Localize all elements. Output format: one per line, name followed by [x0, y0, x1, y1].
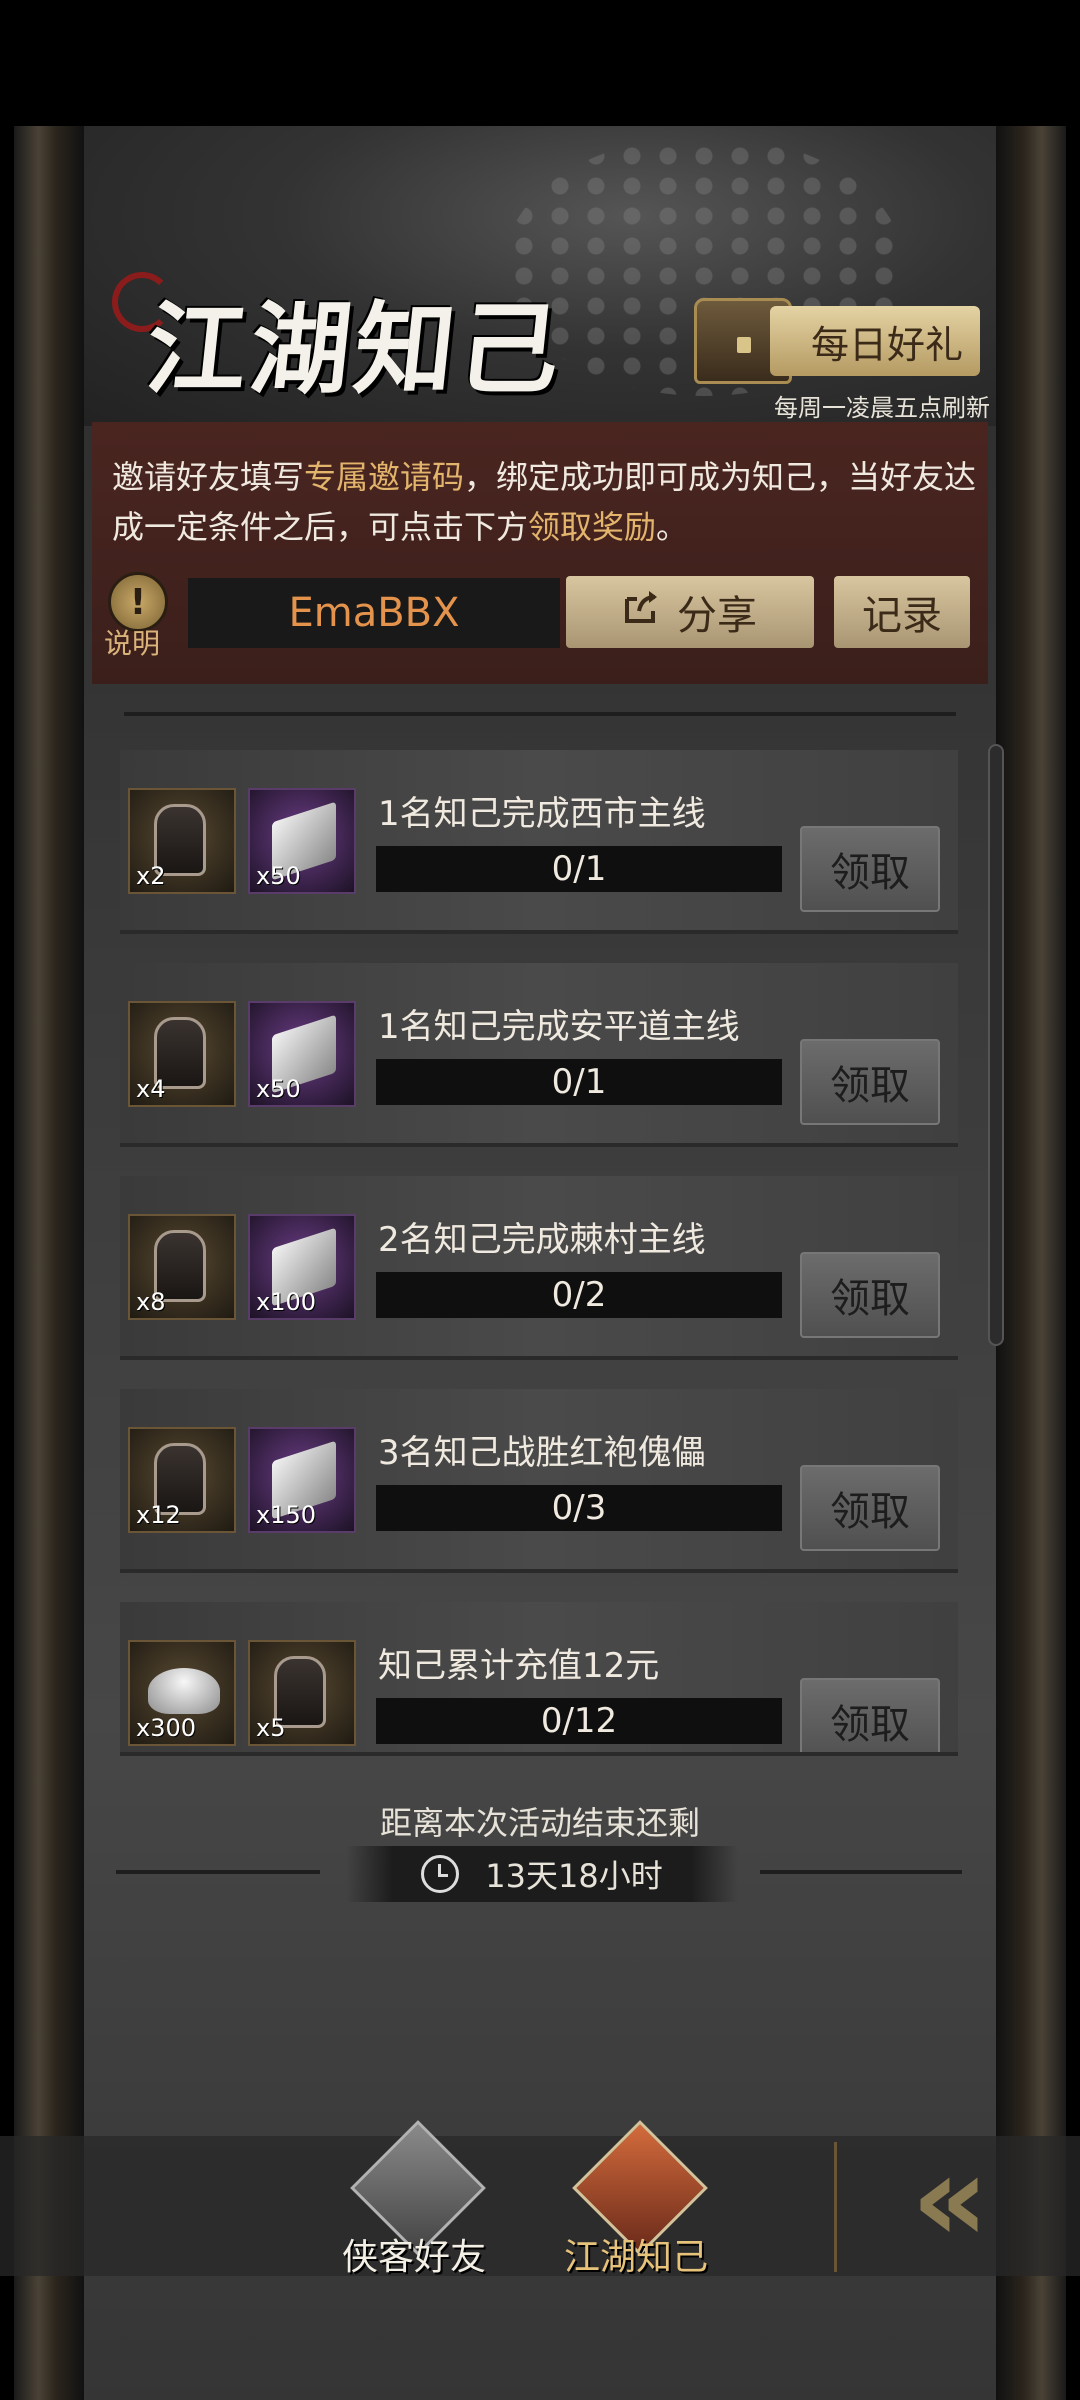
share-icon: [623, 589, 663, 635]
task-title: 3名知己战胜红袍傀儡: [378, 1433, 706, 1473]
daily-refresh-note: 每周一凌晨五点刷新: [774, 394, 990, 422]
reward-quantity: x300: [136, 1714, 197, 1742]
reward-quantity: x2: [136, 862, 166, 890]
record-button[interactable]: 记录: [834, 576, 970, 648]
reward-item-token[interactable]: x2: [128, 788, 236, 894]
desc-part1: 邀请好友填写: [112, 458, 305, 496]
reward-item-silver[interactable]: x150: [248, 1427, 356, 1533]
reward-quantity: x50: [256, 1075, 301, 1103]
task-progress: 0/1: [376, 846, 782, 892]
daily-gift-button[interactable]: 每日好礼: [770, 306, 980, 376]
claim-button[interactable]: 领取: [800, 826, 940, 912]
task-title: 2名知己完成棘村主线: [378, 1220, 706, 1260]
task-title: 1名知己完成安平道主线: [378, 1007, 740, 1047]
desc-highlight-claim-reward: 领取奖励: [528, 508, 657, 546]
left-pillar: [14, 126, 84, 2400]
reward-item-silver[interactable]: x50: [248, 788, 356, 894]
desc-highlight-invite-code: 专属邀请码: [304, 458, 465, 496]
claim-button[interactable]: 领取: [800, 1678, 940, 1752]
claim-button[interactable]: 领取: [800, 1465, 940, 1551]
reward-quantity: x12: [136, 1501, 181, 1529]
reward-item-silver[interactable]: x50: [248, 1001, 356, 1107]
invite-code: EmaBBX: [188, 578, 560, 648]
info-label[interactable]: 说明: [104, 622, 160, 662]
nav-tab-jianghu-friends[interactable]: 江湖知己: [556, 2120, 716, 2292]
countdown-label: 距离本次活动结束还剩: [379, 1804, 700, 1842]
countdown-value: 13天18小时: [485, 1857, 663, 1895]
countdown-bar: 13天18小时: [346, 1846, 738, 1902]
reward-quantity: x4: [136, 1075, 166, 1103]
task-progress: 0/1: [376, 1059, 782, 1105]
task-progress: 0/2: [376, 1272, 782, 1318]
reward-quantity: x50: [256, 862, 301, 890]
daily-gift-label: 每日好礼: [810, 322, 963, 367]
task-row: x4 x50 1名知己完成安平道主线 0/1 领取: [120, 963, 958, 1147]
reward-quantity: x100: [256, 1288, 317, 1316]
nav-separator: [834, 2142, 837, 2272]
desc-part3: 。: [656, 508, 689, 546]
task-row: x2 x50 1名知己完成西市主线 0/1 领取: [120, 750, 958, 934]
reward-item-token[interactable]: x8: [128, 1214, 236, 1320]
nav-tab-hero-friends[interactable]: 侠客好友: [334, 2120, 494, 2292]
page-title: 江湖知己: [140, 290, 570, 408]
nav-tab-label: 江湖知己: [563, 2237, 708, 2278]
share-button[interactable]: 分享: [566, 576, 814, 648]
task-progress: 0/12: [376, 1698, 782, 1744]
reward-item-ingot[interactable]: x300: [128, 1640, 236, 1746]
description-text: 邀请好友填写专属邀请码，绑定成功即可成为知己，当好友达成一定条件之后，可点击下方…: [112, 452, 982, 552]
task-progress: 0/3: [376, 1485, 782, 1531]
reward-quantity: x5: [256, 1714, 286, 1742]
claim-button[interactable]: 领取: [800, 1039, 940, 1125]
reward-quantity: x8: [136, 1288, 166, 1316]
reward-item-token[interactable]: x12: [128, 1427, 236, 1533]
clock-icon: [421, 1855, 460, 1893]
task-title: 1名知己完成西市主线: [378, 794, 706, 834]
task-row: x8 x100 2名知己完成棘村主线 0/2 领取: [120, 1176, 958, 1360]
task-row: x12 x150 3名知己战胜红袍傀儡 0/3 领取: [120, 1389, 958, 1573]
countdown-right-line: [760, 1870, 962, 1874]
reward-item-silver[interactable]: x100: [248, 1214, 356, 1320]
share-label: 分享: [677, 593, 757, 639]
task-row: x300 x5 知己累计充值12元 0/12 领取: [120, 1602, 958, 1756]
ingot-icon: [148, 1668, 220, 1714]
back-chevron-icon[interactable]: «: [880, 2140, 1020, 2260]
list-top-divider: [124, 712, 956, 716]
nav-tab-label: 侠客好友: [341, 2237, 486, 2278]
claim-button[interactable]: 领取: [800, 1252, 940, 1338]
scrollbar[interactable]: [988, 744, 1004, 1346]
reward-quantity: x150: [256, 1501, 317, 1529]
reward-item-token[interactable]: x4: [128, 1001, 236, 1107]
task-title: 知己累计充值12元: [378, 1646, 660, 1686]
reward-item-token[interactable]: x5: [248, 1640, 356, 1746]
countdown-left-line: [116, 1870, 320, 1874]
right-pillar: [996, 126, 1066, 2400]
